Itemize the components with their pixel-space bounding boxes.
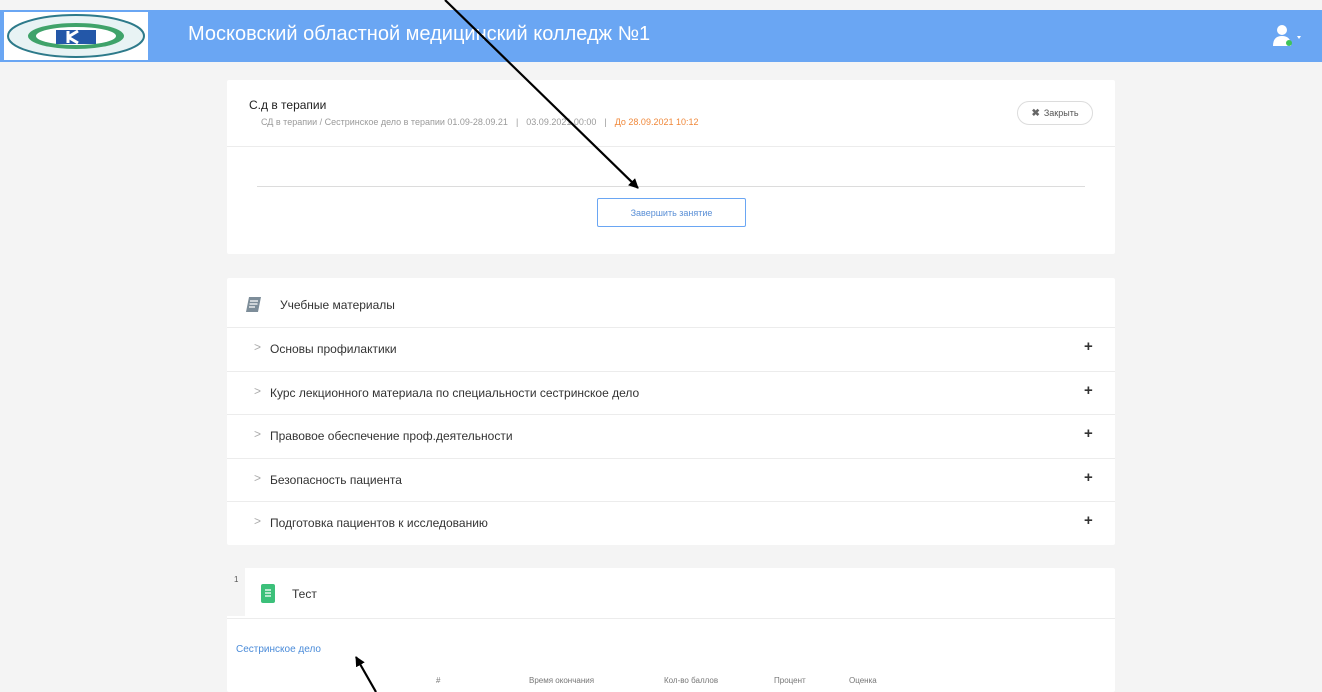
app-title: Московский областной медицинский колледж… xyxy=(188,23,651,45)
column-header: Оценка xyxy=(849,676,877,685)
plus-icon[interactable]: + xyxy=(1084,425,1093,442)
material-label: Курс лекционного материала по специально… xyxy=(270,386,640,400)
college-logo[interactable] xyxy=(4,12,148,60)
plus-icon[interactable]: + xyxy=(1084,512,1093,529)
test-title: Тест xyxy=(292,586,317,601)
test-doc-icon xyxy=(261,584,275,603)
top-navbar: Московский областной медицинский колледж… xyxy=(0,10,1322,62)
materials-title: Учебные материалы xyxy=(280,298,395,312)
materials-header: Учебные материалы xyxy=(245,294,395,316)
material-label: Безопасность пациента xyxy=(270,473,402,487)
plus-icon[interactable]: + xyxy=(1084,338,1093,355)
lesson-meta: СД в терапии / Сестринское дело в терапи… xyxy=(261,117,699,127)
test-card: 1 Тест Сестринское дело # Время окончани… xyxy=(227,568,1115,692)
material-item[interactable]: > Подготовка пациентов к исследованию + xyxy=(227,501,1115,544)
column-header: Время окончания xyxy=(529,676,595,685)
material-label: Правовое обеспечение проф.деятельности xyxy=(270,429,513,443)
chevron-right-icon: > xyxy=(254,514,262,528)
lesson-path: СД в терапии / Сестринское дело в терапи… xyxy=(261,117,508,127)
test-number: 1 xyxy=(227,568,245,616)
close-button[interactable]: ✖ Закрыть xyxy=(1017,101,1093,125)
column-header: Кол-во баллов xyxy=(664,676,719,685)
chevron-right-icon: > xyxy=(254,384,262,398)
material-item[interactable]: > Безопасность пациента + xyxy=(227,458,1115,501)
lesson-start: 03.09.2021 00:00 xyxy=(526,117,597,127)
meta-separator: | xyxy=(515,117,519,127)
material-item[interactable]: > Основы профилактики + xyxy=(227,327,1115,370)
close-icon: ✖ xyxy=(1031,107,1040,119)
column-header: # xyxy=(436,676,441,685)
chevron-right-icon: > xyxy=(254,471,262,485)
lesson-card: С.д в терапии СД в терапии / Сестринское… xyxy=(227,80,1115,254)
user-icon[interactable] xyxy=(1268,24,1308,48)
lesson-deadline: До 28.09.2021 10:12 xyxy=(614,117,699,127)
divider xyxy=(227,146,1115,147)
materials-card: Учебные материалы > Основы профилактики … xyxy=(227,278,1115,545)
material-label: Подготовка пациентов к исследованию xyxy=(270,516,488,530)
test-link[interactable]: Сестринское дело xyxy=(236,644,321,655)
material-label: Основы профилактики xyxy=(270,342,397,356)
test-header: Тест xyxy=(261,584,317,603)
finish-lesson-button[interactable]: Завершить занятие xyxy=(597,198,746,227)
divider xyxy=(227,618,1115,619)
chevron-right-icon: > xyxy=(254,340,262,354)
close-label: Закрыть xyxy=(1043,108,1079,118)
lesson-title: С.д в терапии xyxy=(249,98,327,112)
material-item[interactable]: > Курс лекционного материала по специаль… xyxy=(227,371,1115,414)
material-item[interactable]: > Правовое обеспечение проф.деятельности… xyxy=(227,414,1115,457)
book-icon xyxy=(246,297,261,312)
chevron-right-icon: > xyxy=(254,427,262,441)
divider xyxy=(257,186,1085,187)
plus-icon[interactable]: + xyxy=(1084,382,1093,399)
column-header: Процент xyxy=(774,676,806,685)
meta-separator: | xyxy=(604,117,607,127)
plus-icon[interactable]: + xyxy=(1084,469,1093,486)
